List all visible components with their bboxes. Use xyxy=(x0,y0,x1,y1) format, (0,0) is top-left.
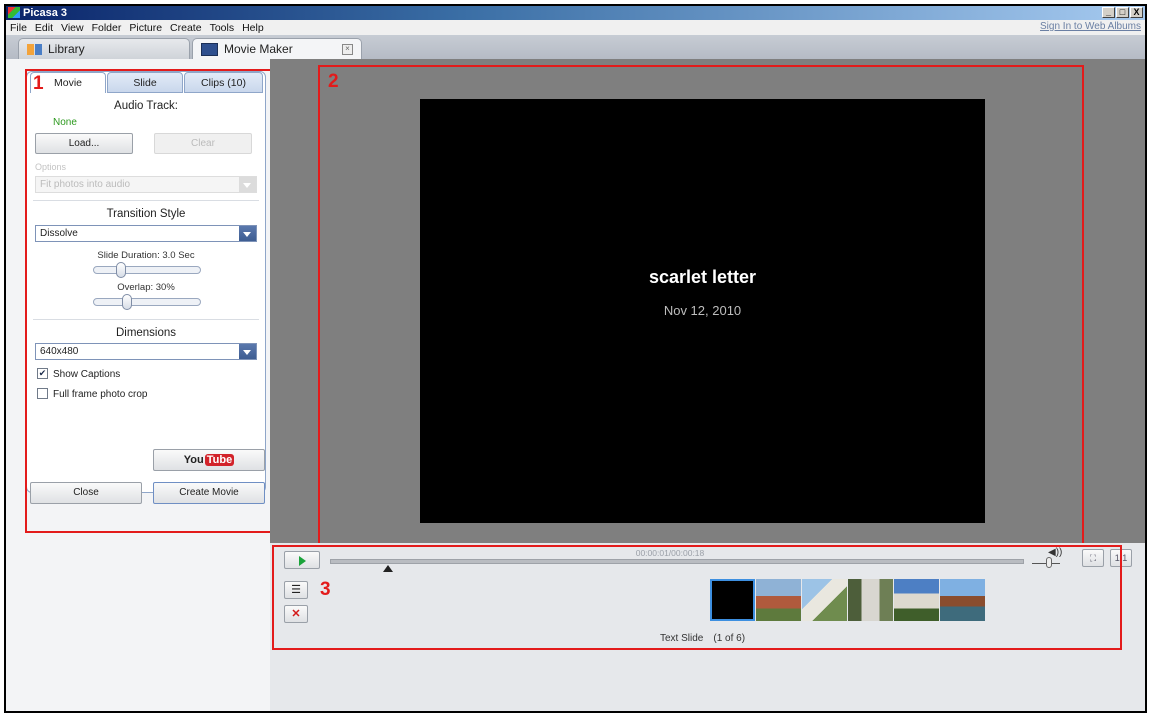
annotation-number-3: 3 xyxy=(320,579,331,600)
timeline-area: 00:00:01/00:00:18 ◀)) ⛶ 1:1 ☰ ✕ Text Sli… xyxy=(270,543,1145,711)
menu-edit[interactable]: Edit xyxy=(31,22,57,34)
app-window: Picasa 3 _ □ X File Edit View Folder Pic… xyxy=(4,4,1147,713)
title-bar: Picasa 3 _ □ X xyxy=(6,6,1145,20)
annotation-box-1 xyxy=(25,69,272,533)
close-window-button[interactable]: X xyxy=(1130,7,1143,18)
movie-settings-panel: Movie Slide Clips (10) Audio Track: None… xyxy=(6,59,272,711)
tab-strip: Library Movie Maker × xyxy=(6,35,1145,59)
sign-in-link[interactable]: Sign In to Web Albums xyxy=(1040,21,1141,32)
tab-library-label: Library xyxy=(48,42,85,56)
preview-area: scarlet letter Nov 12, 2010 2 xyxy=(270,59,1145,547)
menu-bar: File Edit View Folder Picture Create Too… xyxy=(6,20,1145,35)
menu-view[interactable]: View xyxy=(57,22,88,34)
annotation-number-2: 2 xyxy=(328,71,339,92)
picasa-app-icon xyxy=(8,7,20,18)
library-icon xyxy=(27,43,42,55)
annotation-number-1: 1 xyxy=(33,73,44,94)
close-tab-icon[interactable]: × xyxy=(342,44,353,55)
menu-picture[interactable]: Picture xyxy=(125,22,166,34)
menu-tools[interactable]: Tools xyxy=(206,22,239,34)
window-title: Picasa 3 xyxy=(23,7,68,19)
minimize-button[interactable]: _ xyxy=(1102,7,1115,18)
tab-movie-maker-label: Movie Maker xyxy=(224,42,293,56)
menu-file[interactable]: File xyxy=(6,22,31,34)
menu-create[interactable]: Create xyxy=(166,22,206,34)
menu-help[interactable]: Help xyxy=(238,22,268,34)
maximize-button[interactable]: □ xyxy=(1116,7,1129,18)
tab-movie-maker[interactable]: Movie Maker × xyxy=(192,38,362,59)
annotation-box-3 xyxy=(272,545,1122,650)
menu-folder[interactable]: Folder xyxy=(88,22,126,34)
movie-maker-icon xyxy=(201,42,218,56)
annotation-box-2 xyxy=(318,65,1084,547)
tab-library[interactable]: Library xyxy=(18,38,190,59)
